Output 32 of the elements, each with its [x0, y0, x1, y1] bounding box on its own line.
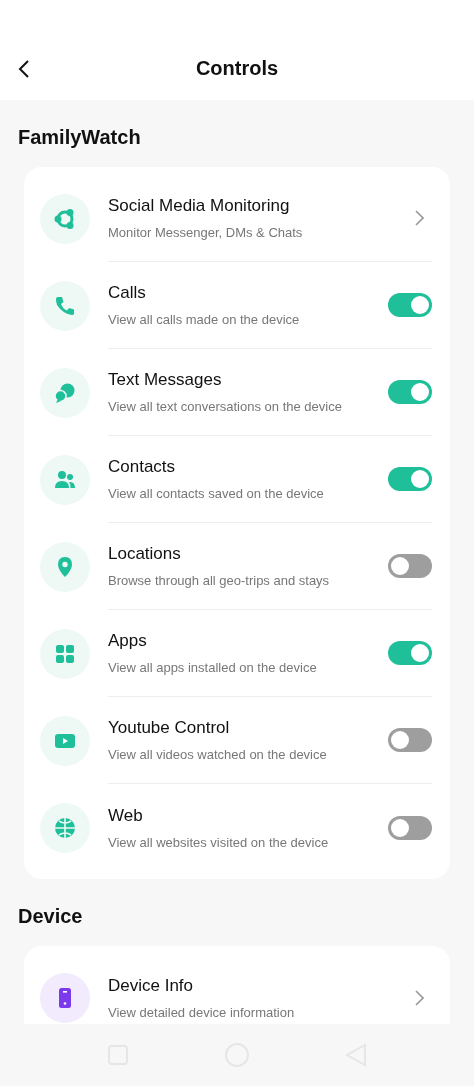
toggle-switch[interactable] — [388, 815, 432, 840]
item-description: View all apps installed on the device — [108, 660, 318, 675]
item-description: Monitor Messenger, DMs & Chats — [108, 225, 304, 240]
item-title: Web — [108, 805, 144, 826]
item-description: View all calls made on the device — [108, 312, 301, 327]
globe-icon — [53, 815, 77, 840]
item-title: Youtube Control — [108, 718, 231, 738]
chevron-right-icon[interactable] — [415, 989, 424, 1006]
item-title: Text Messages — [108, 370, 223, 390]
item-title: Apps — [108, 631, 148, 651]
item-description: View all text conversations on the device — [108, 399, 343, 414]
toggle-switch[interactable] — [388, 380, 432, 404]
item-description: View all contacts saved on the device — [108, 486, 325, 501]
item-title: Contacts — [108, 457, 177, 477]
toggle-switch[interactable] — [388, 728, 432, 752]
toggle-switch[interactable] — [388, 641, 432, 665]
item-description: View all websites visited on the device — [108, 834, 330, 850]
chevron-right-icon[interactable] — [415, 210, 424, 226]
item-title: Device Info — [108, 975, 195, 996]
toggle-switch[interactable] — [388, 554, 432, 578]
item-description: View all videos watched on the device — [108, 747, 328, 762]
section-title: FamilyWatch — [18, 126, 142, 149]
back-icon[interactable] — [18, 60, 30, 78]
toggle-switch[interactable] — [388, 467, 432, 491]
item-title: Social Media Monitoring — [108, 196, 291, 216]
section-title: Device — [18, 905, 84, 928]
page-title: Controls — [195, 57, 279, 80]
toggle-switch[interactable] — [388, 293, 432, 317]
item-title: Calls — [108, 283, 147, 303]
item-description: Browse through all geo-trips and stays — [108, 573, 331, 588]
item-description: View detailed device information — [108, 1004, 296, 1020]
item-title: Locations — [108, 544, 182, 564]
